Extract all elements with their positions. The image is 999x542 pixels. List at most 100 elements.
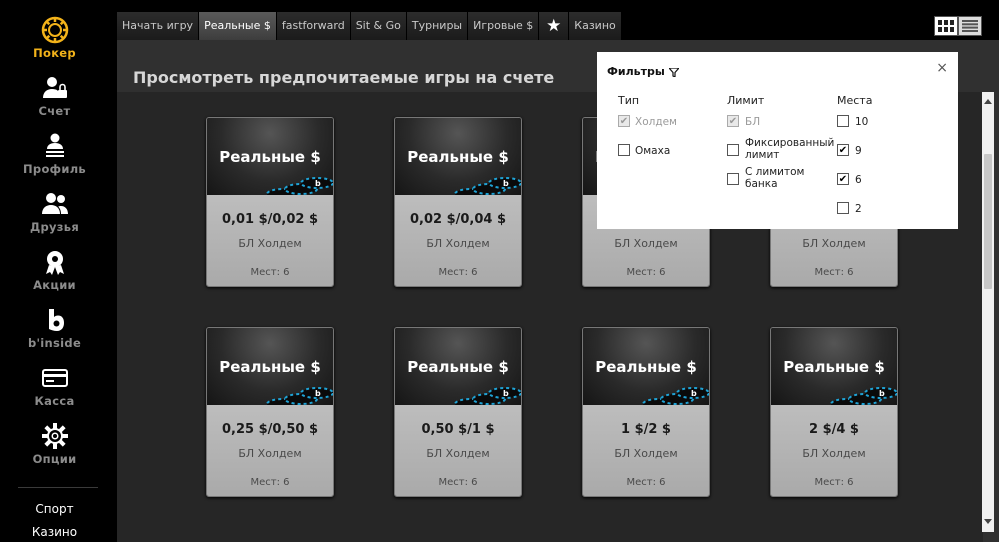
filter-title-text: Фильтры — [607, 65, 665, 78]
option-no-limit-label: БЛ — [745, 116, 761, 128]
scrollbar-thumb[interactable] — [984, 154, 992, 289]
option-holdem-label: Холдем — [635, 116, 677, 128]
svg-text:b: b — [315, 179, 321, 188]
sidebar-divider — [18, 487, 98, 488]
sidebar-item-label: b'inside — [27, 336, 82, 350]
card-body: 2 $/4 $ БЛ Холдем Мест: 6 — [771, 405, 897, 496]
card-stake: 0,50 $/1 $ — [421, 422, 495, 437]
card-game-type: БЛ Холдем — [238, 237, 302, 250]
checkbox-no-limit[interactable]: ✔ — [727, 115, 739, 127]
game-card[interactable]: Реальные $ b 2 $/4 $ БЛ Холдем Мест: 6 — [770, 327, 898, 497]
sidebar-link-casino[interactable]: Казино — [0, 525, 109, 539]
card-game-type: БЛ Холдем — [426, 237, 490, 250]
tab-real-money[interactable]: Реальные $ — [199, 12, 277, 40]
option-pot-limit-label: С лимитом банка — [745, 166, 805, 190]
tab-start-game[interactable]: Начать игру — [117, 12, 200, 40]
sidebar-item-profile[interactable]: Профиль — [0, 130, 109, 184]
filter-popup: Фильтры × Тип Лимит Места ✔ Холдем Омаха… — [597, 52, 958, 229]
poker-lobby-app: Покер Счет Профиль Друзья Акции b'inside… — [0, 0, 999, 542]
svg-text:b: b — [503, 389, 509, 398]
sidebar: Покер Счет Профиль Друзья Акции b'inside… — [0, 0, 109, 542]
sidebar-item-promotions[interactable]: Акции — [0, 246, 109, 300]
tab-tournaments[interactable]: Турниры — [406, 12, 469, 40]
sidebar-item-account[interactable]: Счет — [0, 72, 109, 126]
card-header-title: Реальные $ — [407, 148, 509, 166]
tab-casino[interactable]: Казино — [569, 12, 622, 40]
card-stake: 0,01 $/0,02 $ — [221, 212, 319, 227]
checkbox-pot-limit[interactable] — [727, 173, 739, 185]
card-seats: Мест: 6 — [438, 477, 478, 488]
filter-limit-header: Лимит — [727, 94, 765, 107]
sidebar-item-poker[interactable]: Покер — [0, 14, 109, 68]
card-seats: Мест: 6 — [626, 267, 666, 278]
checkbox-seats-9[interactable]: ✔ — [837, 144, 849, 156]
svg-text:b: b — [691, 389, 697, 398]
game-card[interactable]: Реальные $ b 0,02 $/0,04 $ БЛ Холдем Мест: 6 — [394, 117, 522, 287]
option-seats-10-label: 10 — [855, 116, 869, 128]
grid-view-button[interactable] — [934, 16, 958, 36]
card-seats: Мест: 6 — [814, 477, 854, 488]
filter-title: Фильтры — [607, 65, 681, 78]
checkbox-holdem[interactable]: ✔ — [618, 115, 630, 127]
sidebar-link-sport[interactable]: Спорт — [0, 502, 109, 516]
game-card[interactable]: Реальные $ b 1 $/2 $ БЛ Холдем Мест: 6 — [582, 327, 710, 497]
card-stake: 0,02 $/0,04 $ — [409, 212, 507, 227]
vertical-scrollbar[interactable] — [982, 92, 994, 532]
profile-icon — [41, 132, 69, 160]
svg-text:b: b — [503, 179, 509, 188]
card-header: Реальные $ b — [771, 328, 897, 410]
grid-view-icon — [938, 20, 954, 32]
checkbox-fixed-limit[interactable] — [727, 144, 739, 156]
card-seats: Мест: 6 — [814, 267, 854, 278]
tab-favorites-star-icon[interactable]: ★ — [539, 12, 570, 40]
svg-text:b: b — [879, 389, 885, 398]
card-game-type: БЛ Холдем — [802, 447, 866, 460]
tab-play-money[interactable]: Игровые $ — [468, 12, 540, 40]
card-header: Реальные $ b — [395, 328, 521, 410]
game-tabs: Начать игру Реальные $ fastforward Sit &… — [117, 12, 622, 40]
gear-icon — [41, 422, 69, 450]
close-icon[interactable]: × — [936, 60, 948, 76]
friends-icon — [41, 190, 69, 218]
game-card[interactable]: Реальные $ b 0,25 $/0,50 $ БЛ Холдем Мест: 6 — [206, 327, 334, 497]
svg-text:b: b — [315, 389, 321, 398]
sidebar-item-label: Покер — [33, 46, 76, 60]
checkbox-seats-2[interactable] — [837, 202, 849, 214]
card-stake: 0,25 $/0,50 $ — [221, 422, 319, 437]
page-title: Просмотреть предпочитаемые игры на счете — [133, 68, 555, 87]
tab-fastforward[interactable]: fastforward — [276, 12, 351, 40]
sidebar-item-options[interactable]: Опции — [0, 420, 109, 474]
checkbox-seats-10[interactable] — [837, 115, 849, 127]
sidebar-item-binside[interactable]: b'inside — [0, 304, 109, 358]
option-seats-9-label: 9 — [855, 145, 862, 157]
binside-b-icon — [41, 306, 69, 334]
game-card[interactable]: Реальные $ b 0,50 $/1 $ БЛ Холдем Мест: 6 — [394, 327, 522, 497]
view-toggle — [934, 16, 982, 36]
poker-chip-icon — [41, 16, 69, 44]
option-seats-6-label: 6 — [855, 174, 862, 186]
sidebar-item-cashier[interactable]: Касса — [0, 362, 109, 416]
card-header-title: Реальные $ — [219, 148, 321, 166]
sidebar-item-label: Друзья — [29, 220, 80, 234]
game-card[interactable]: Реальные $ b 0,01 $/0,02 $ БЛ Холдем Мест: 6 — [206, 117, 334, 287]
card-header-title: Реальные $ — [219, 358, 321, 376]
card-game-type: БЛ Холдем — [802, 237, 866, 250]
tab-sit-and-go[interactable]: Sit & Go — [350, 12, 407, 40]
card-stake: 2 $/4 $ — [809, 422, 859, 437]
sidebar-item-label: Касса — [34, 394, 75, 408]
cashier-card-icon — [41, 364, 69, 392]
sidebar-item-label: Счет — [38, 104, 71, 118]
checkbox-seats-6[interactable]: ✔ — [837, 173, 849, 185]
scroll-up-arrow-icon[interactable] — [982, 94, 994, 108]
card-seats: Мест: 6 — [626, 477, 666, 488]
sidebar-item-friends[interactable]: Друзья — [0, 188, 109, 242]
card-seats: Мест: 6 — [250, 267, 290, 278]
checkbox-omaha[interactable] — [618, 144, 630, 156]
sidebar-item-label: Акции — [33, 278, 76, 292]
scroll-down-arrow-icon[interactable] — [982, 514, 994, 528]
card-game-type: БЛ Холдем — [238, 447, 302, 460]
card-header: Реальные $ b — [207, 328, 333, 410]
option-seats-2-label: 2 — [855, 203, 862, 215]
card-stake: 1 $/2 $ — [621, 422, 671, 437]
list-view-button[interactable] — [958, 16, 982, 36]
